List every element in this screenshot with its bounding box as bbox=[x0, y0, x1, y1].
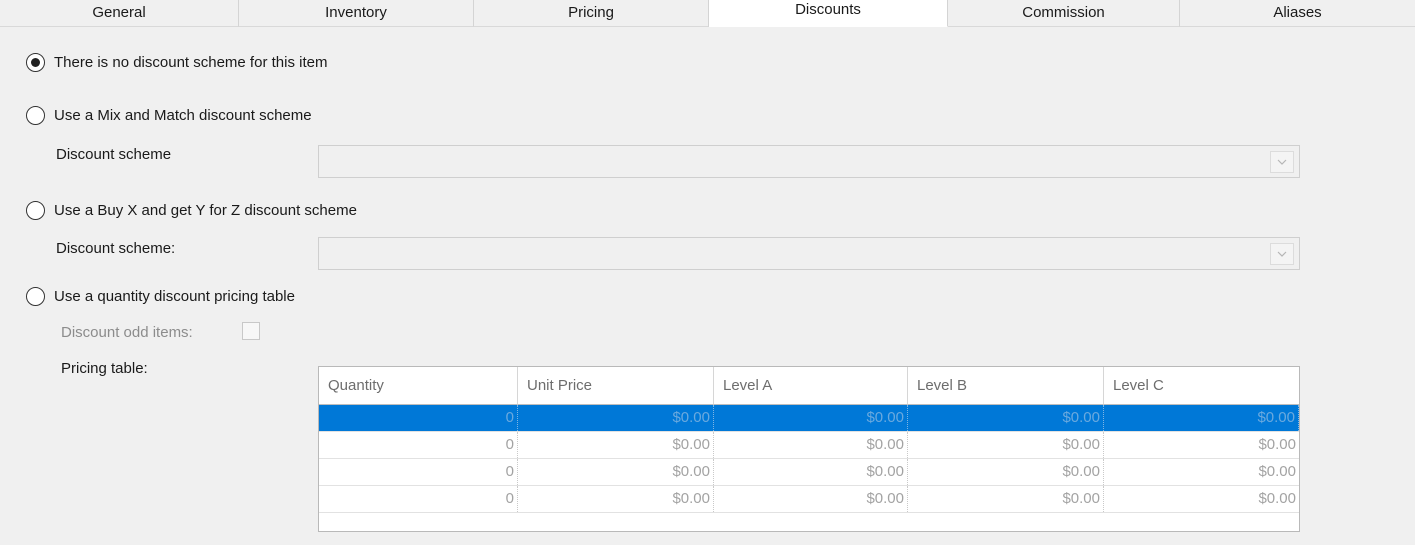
cell-unit-price[interactable]: $0.00 bbox=[518, 405, 714, 431]
option-buy-x-get-y[interactable]: Use a Buy X and get Y for Z discount sch… bbox=[26, 200, 357, 220]
tab-inventory[interactable]: Inventory bbox=[239, 0, 474, 27]
table-row[interactable]: 0 $0.00 $0.00 $0.00 $0.00 bbox=[319, 486, 1299, 513]
cell-level-b[interactable]: $0.00 bbox=[908, 459, 1104, 485]
cell-level-b[interactable]: $0.00 bbox=[908, 432, 1104, 458]
tab-discounts[interactable]: Discounts bbox=[709, 0, 948, 27]
cell-level-b[interactable]: $0.00 bbox=[908, 405, 1104, 431]
no-scheme-radio[interactable] bbox=[26, 52, 45, 72]
tab-aliases[interactable]: Aliases bbox=[1180, 0, 1415, 27]
cell-level-c[interactable]: $0.00 bbox=[1104, 459, 1299, 485]
cell-level-c[interactable]: $0.00 bbox=[1104, 486, 1299, 512]
cell-quantity[interactable]: 0 bbox=[319, 432, 518, 458]
table-row[interactable]: 0 $0.00 $0.00 $0.00 $0.00 bbox=[319, 432, 1299, 459]
chevron-down-icon[interactable] bbox=[1270, 243, 1294, 265]
column-header-quantity[interactable]: Quantity bbox=[319, 367, 518, 405]
cell-quantity[interactable]: 0 bbox=[319, 405, 518, 431]
cell-level-a[interactable]: $0.00 bbox=[714, 432, 908, 458]
column-header-level-b[interactable]: Level B bbox=[908, 367, 1104, 405]
column-header-level-c[interactable]: Level C bbox=[1104, 367, 1299, 405]
buy-x-get-y-label: Use a Buy X and get Y for Z discount sch… bbox=[54, 201, 357, 219]
cell-quantity[interactable]: 0 bbox=[319, 486, 518, 512]
cell-unit-price[interactable]: $0.00 bbox=[518, 486, 714, 512]
buy-x-scheme-label: Discount scheme: bbox=[56, 240, 176, 257]
option-no-scheme[interactable]: There is no discount scheme for this ite… bbox=[26, 52, 327, 72]
pricing-table-label: Pricing table: bbox=[61, 360, 148, 377]
discount-odd-items-label: Discount odd items: bbox=[61, 324, 193, 341]
column-header-level-a[interactable]: Level A bbox=[714, 367, 908, 405]
mix-match-label: Use a Mix and Match discount scheme bbox=[54, 106, 312, 124]
cell-level-c[interactable]: $0.00 bbox=[1104, 432, 1299, 458]
cell-unit-price[interactable]: $0.00 bbox=[518, 432, 714, 458]
tab-strip: General Inventory Pricing Discounts Comm… bbox=[0, 0, 1415, 27]
radio-selected-dot bbox=[31, 57, 40, 67]
mix-match-radio[interactable] bbox=[26, 105, 45, 125]
cell-level-b[interactable]: $0.00 bbox=[908, 486, 1104, 512]
option-mix-match[interactable]: Use a Mix and Match discount scheme bbox=[26, 105, 312, 125]
tab-commission[interactable]: Commission bbox=[948, 0, 1180, 27]
column-header-unit-price[interactable]: Unit Price bbox=[518, 367, 714, 405]
mix-match-scheme-combo[interactable] bbox=[318, 145, 1300, 178]
cell-level-a[interactable]: $0.00 bbox=[714, 405, 908, 431]
tab-general[interactable]: General bbox=[0, 0, 239, 27]
cell-level-a[interactable]: $0.00 bbox=[714, 459, 908, 485]
cell-level-c[interactable]: $0.00 bbox=[1104, 405, 1299, 431]
quantity-table-label: Use a quantity discount pricing table bbox=[54, 287, 295, 305]
table-row[interactable]: 0 $0.00 $0.00 $0.00 $0.00 bbox=[319, 405, 1299, 432]
mix-match-scheme-label: Discount scheme bbox=[56, 146, 172, 163]
chevron-down-icon[interactable] bbox=[1270, 151, 1294, 173]
quantity-table-radio[interactable] bbox=[26, 286, 45, 306]
option-quantity-table[interactable]: Use a quantity discount pricing table bbox=[26, 286, 295, 306]
pricing-table-grid[interactable]: Quantity Unit Price Level A Level B Leve… bbox=[318, 366, 1300, 532]
cell-unit-price[interactable]: $0.00 bbox=[518, 459, 714, 485]
cell-level-a[interactable]: $0.00 bbox=[714, 486, 908, 512]
tab-pricing[interactable]: Pricing bbox=[474, 0, 709, 27]
no-scheme-label: There is no discount scheme for this ite… bbox=[54, 53, 328, 71]
cell-quantity[interactable]: 0 bbox=[319, 459, 518, 485]
grid-header-row: Quantity Unit Price Level A Level B Leve… bbox=[319, 367, 1299, 405]
discount-odd-items-checkbox[interactable] bbox=[242, 322, 260, 340]
buy-x-scheme-combo[interactable] bbox=[318, 237, 1300, 270]
table-row[interactable]: 0 $0.00 $0.00 $0.00 $0.00 bbox=[319, 459, 1299, 486]
buy-x-get-y-radio[interactable] bbox=[26, 200, 45, 220]
